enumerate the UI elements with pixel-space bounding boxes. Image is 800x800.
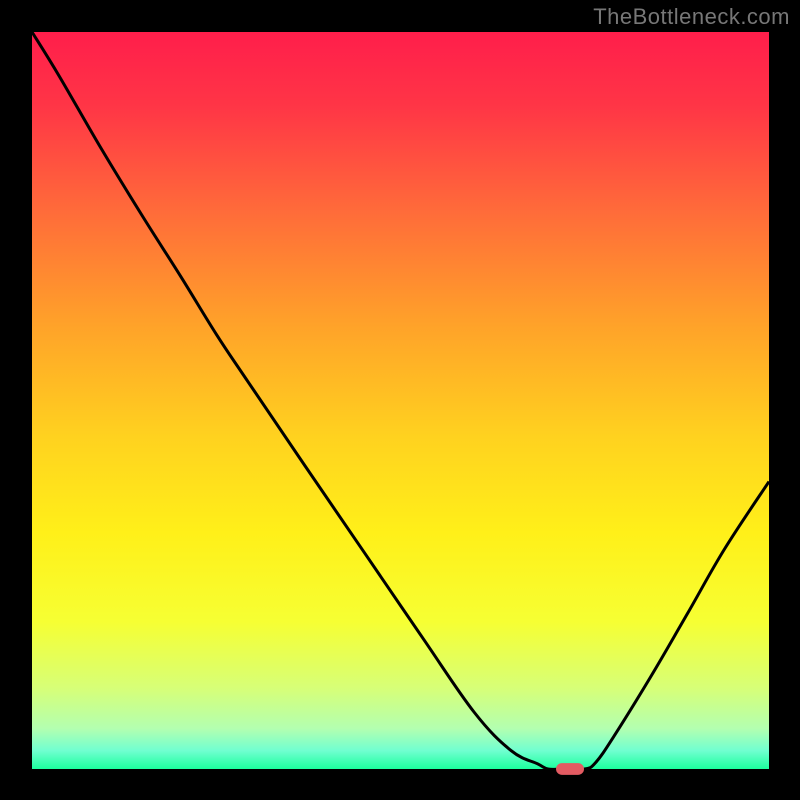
bottleneck-chart [0, 0, 800, 800]
optimal-marker [556, 763, 584, 775]
chart-gradient-bg [32, 32, 769, 769]
chart-stage: { "watermark": "TheBottleneck.com", "cha… [0, 0, 800, 800]
